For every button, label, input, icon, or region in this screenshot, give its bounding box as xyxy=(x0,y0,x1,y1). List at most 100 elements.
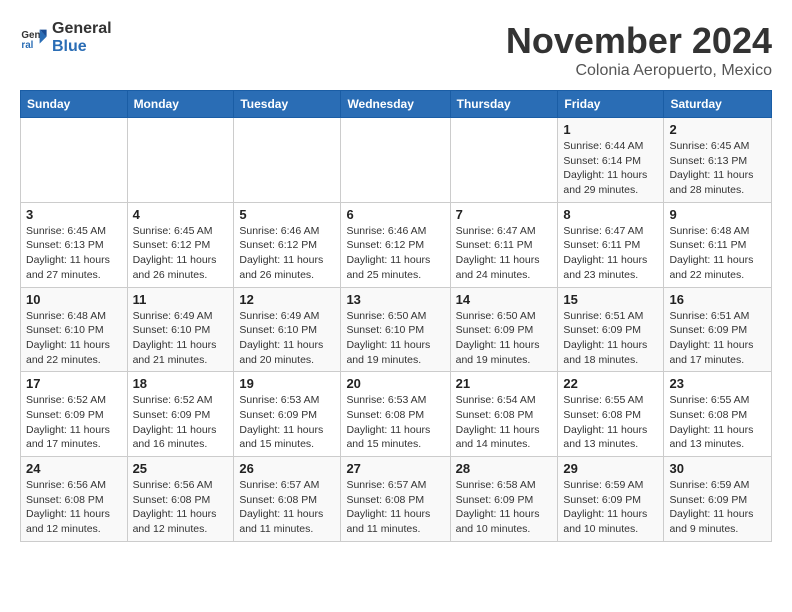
week-row-2: 10Sunrise: 6:48 AM Sunset: 6:10 PM Dayli… xyxy=(21,287,772,372)
day-number: 16 xyxy=(669,292,766,307)
day-cell: 22 Sunrise: 6:55 AM Sunset: 6:08 PM Dayli… xyxy=(558,372,664,457)
day-cell: 14 Sunrise: 6:50 AM Sunset: 6:09 PM Dayli… xyxy=(450,287,558,372)
day-cell: 20Sunrise: 6:53 AM Sunset: 6:08 PM Dayli… xyxy=(341,372,450,457)
logo-icon: Gene ral xyxy=(20,24,48,52)
day-number: 23 xyxy=(669,376,766,391)
week-row-1: 3 Sunrise: 6:45 AM Sunset: 6:13 PM Daylig… xyxy=(21,202,772,287)
day-cell: 8 Sunrise: 6:47 AM Sunset: 6:11 PM Daylig… xyxy=(558,202,664,287)
day-number: 19 xyxy=(239,376,335,391)
header-tuesday: Tuesday xyxy=(234,91,341,118)
location-subtitle: Colonia Aeropuerto, Mexico xyxy=(506,62,772,80)
day-number: 3 xyxy=(26,207,122,222)
day-number: 21 xyxy=(456,376,553,391)
day-cell: 3 Sunrise: 6:45 AM Sunset: 6:13 PM Daylig… xyxy=(21,202,128,287)
logo-general: Gene xyxy=(52,20,92,37)
day-number: 29 xyxy=(563,461,658,476)
day-info: Sunrise: 6:48 AM Sunset: 6:10 PM Dayligh… xyxy=(26,309,122,368)
day-info: Sunrise: 6:47 AM Sunset: 6:11 PM Dayligh… xyxy=(563,224,658,283)
day-cell xyxy=(21,118,128,203)
day-cell xyxy=(341,118,450,203)
day-cell xyxy=(127,118,234,203)
day-info: Sunrise: 6:49 AM Sunset: 6:10 PM Dayligh… xyxy=(239,309,335,368)
day-number: 30 xyxy=(669,461,766,476)
day-info: Sunrise: 6:46 AM Sunset: 6:12 PM Dayligh… xyxy=(346,224,444,283)
day-cell: 29 Sunrise: 6:59 AM Sunset: 6:09 PM Dayli… xyxy=(558,457,664,542)
day-info: Sunrise: 6:44 AM Sunset: 6:14 PM Dayligh… xyxy=(563,139,658,198)
day-number: 4 xyxy=(133,207,229,222)
day-cell: 21 Sunrise: 6:54 AM Sunset: 6:08 PM Dayli… xyxy=(450,372,558,457)
logo-blue-text: Blue xyxy=(52,38,112,56)
day-cell: 4 Sunrise: 6:45 AM Sunset: 6:12 PM Daylig… xyxy=(127,202,234,287)
day-info: Sunrise: 6:51 AM Sunset: 6:09 PM Dayligh… xyxy=(669,309,766,368)
title-section: November 2024 Colonia Aeropuerto, Mexico xyxy=(506,20,772,80)
day-cell: 6 Sunrise: 6:46 AM Sunset: 6:12 PM Daylig… xyxy=(341,202,450,287)
day-cell: 9 Sunrise: 6:48 AM Sunset: 6:11 PM Daylig… xyxy=(664,202,772,287)
day-cell: 19 Sunrise: 6:53 AM Sunset: 6:09 PM Dayli… xyxy=(234,372,341,457)
calendar-table: SundayMondayTuesdayWednesdayThursdayFrid… xyxy=(20,90,772,542)
header-friday: Friday xyxy=(558,91,664,118)
day-cell: 23Sunrise: 6:55 AM Sunset: 6:08 PM Dayli… xyxy=(664,372,772,457)
day-number: 14 xyxy=(456,292,553,307)
day-number: 13 xyxy=(346,292,444,307)
day-info: Sunrise: 6:59 AM Sunset: 6:09 PM Dayligh… xyxy=(669,478,766,537)
header-wednesday: Wednesday xyxy=(341,91,450,118)
day-info: Sunrise: 6:53 AM Sunset: 6:09 PM Dayligh… xyxy=(239,393,335,452)
day-number: 25 xyxy=(133,461,229,476)
month-title: November 2024 xyxy=(506,20,772,62)
day-info: Sunrise: 6:47 AM Sunset: 6:11 PM Dayligh… xyxy=(456,224,553,283)
day-info: Sunrise: 6:52 AM Sunset: 6:09 PM Dayligh… xyxy=(26,393,122,452)
day-cell: 11Sunrise: 6:49 AM Sunset: 6:10 PM Dayli… xyxy=(127,287,234,372)
day-number: 28 xyxy=(456,461,553,476)
day-info: Sunrise: 6:50 AM Sunset: 6:09 PM Dayligh… xyxy=(456,309,553,368)
day-cell xyxy=(234,118,341,203)
day-cell: 2Sunrise: 6:45 AM Sunset: 6:13 PM Daylig… xyxy=(664,118,772,203)
day-info: Sunrise: 6:45 AM Sunset: 6:13 PM Dayligh… xyxy=(26,224,122,283)
logo-ral: ral xyxy=(92,20,112,37)
day-info: Sunrise: 6:50 AM Sunset: 6:10 PM Dayligh… xyxy=(346,309,444,368)
day-number: 9 xyxy=(669,207,766,222)
day-cell: 30 Sunrise: 6:59 AM Sunset: 6:09 PM Dayli… xyxy=(664,457,772,542)
day-info: Sunrise: 6:45 AM Sunset: 6:12 PM Dayligh… xyxy=(133,224,229,283)
day-cell: 15 Sunrise: 6:51 AM Sunset: 6:09 PM Dayli… xyxy=(558,287,664,372)
day-info: Sunrise: 6:57 AM Sunset: 6:08 PM Dayligh… xyxy=(239,478,335,537)
day-cell: 28 Sunrise: 6:58 AM Sunset: 6:09 PM Dayli… xyxy=(450,457,558,542)
day-cell: 1 Sunrise: 6:44 AM Sunset: 6:14 PM Daylig… xyxy=(558,118,664,203)
week-row-3: 17 Sunrise: 6:52 AM Sunset: 6:09 PM Dayli… xyxy=(21,372,772,457)
day-number: 27 xyxy=(346,461,444,476)
day-cell: 26 Sunrise: 6:57 AM Sunset: 6:08 PM Dayli… xyxy=(234,457,341,542)
day-info: Sunrise: 6:54 AM Sunset: 6:08 PM Dayligh… xyxy=(456,393,553,452)
day-info: Sunrise: 6:58 AM Sunset: 6:09 PM Dayligh… xyxy=(456,478,553,537)
day-number: 26 xyxy=(239,461,335,476)
day-cell xyxy=(450,118,558,203)
day-info: Sunrise: 6:48 AM Sunset: 6:11 PM Dayligh… xyxy=(669,224,766,283)
day-number: 7 xyxy=(456,207,553,222)
day-info: Sunrise: 6:56 AM Sunset: 6:08 PM Dayligh… xyxy=(133,478,229,537)
week-row-0: 1 Sunrise: 6:44 AM Sunset: 6:14 PM Daylig… xyxy=(21,118,772,203)
day-info: Sunrise: 6:55 AM Sunset: 6:08 PM Dayligh… xyxy=(563,393,658,452)
day-cell: 13 Sunrise: 6:50 AM Sunset: 6:10 PM Dayli… xyxy=(341,287,450,372)
day-number: 2 xyxy=(669,122,766,137)
day-number: 22 xyxy=(563,376,658,391)
day-info: Sunrise: 6:52 AM Sunset: 6:09 PM Dayligh… xyxy=(133,393,229,452)
day-number: 17 xyxy=(26,376,122,391)
day-info: Sunrise: 6:51 AM Sunset: 6:09 PM Dayligh… xyxy=(563,309,658,368)
day-info: Sunrise: 6:49 AM Sunset: 6:10 PM Dayligh… xyxy=(133,309,229,368)
day-info: Sunrise: 6:59 AM Sunset: 6:09 PM Dayligh… xyxy=(563,478,658,537)
header-sunday: Sunday xyxy=(21,91,128,118)
svg-text:ral: ral xyxy=(21,39,33,50)
day-cell: 12 Sunrise: 6:49 AM Sunset: 6:10 PM Dayli… xyxy=(234,287,341,372)
header-monday: Monday xyxy=(127,91,234,118)
day-info: Sunrise: 6:56 AM Sunset: 6:08 PM Dayligh… xyxy=(26,478,122,537)
day-cell: 27 Sunrise: 6:57 AM Sunset: 6:08 PM Dayli… xyxy=(341,457,450,542)
day-number: 15 xyxy=(563,292,658,307)
day-cell: 17 Sunrise: 6:52 AM Sunset: 6:09 PM Dayli… xyxy=(21,372,128,457)
day-number: 20 xyxy=(346,376,444,391)
day-cell: 7 Sunrise: 6:47 AM Sunset: 6:11 PM Daylig… xyxy=(450,202,558,287)
day-info: Sunrise: 6:57 AM Sunset: 6:08 PM Dayligh… xyxy=(346,478,444,537)
day-number: 8 xyxy=(563,207,658,222)
day-cell: 16 Sunrise: 6:51 AM Sunset: 6:09 PM Dayli… xyxy=(664,287,772,372)
day-cell: 5Sunrise: 6:46 AM Sunset: 6:12 PM Daylig… xyxy=(234,202,341,287)
day-number: 12 xyxy=(239,292,335,307)
day-number: 1 xyxy=(563,122,658,137)
day-number: 6 xyxy=(346,207,444,222)
